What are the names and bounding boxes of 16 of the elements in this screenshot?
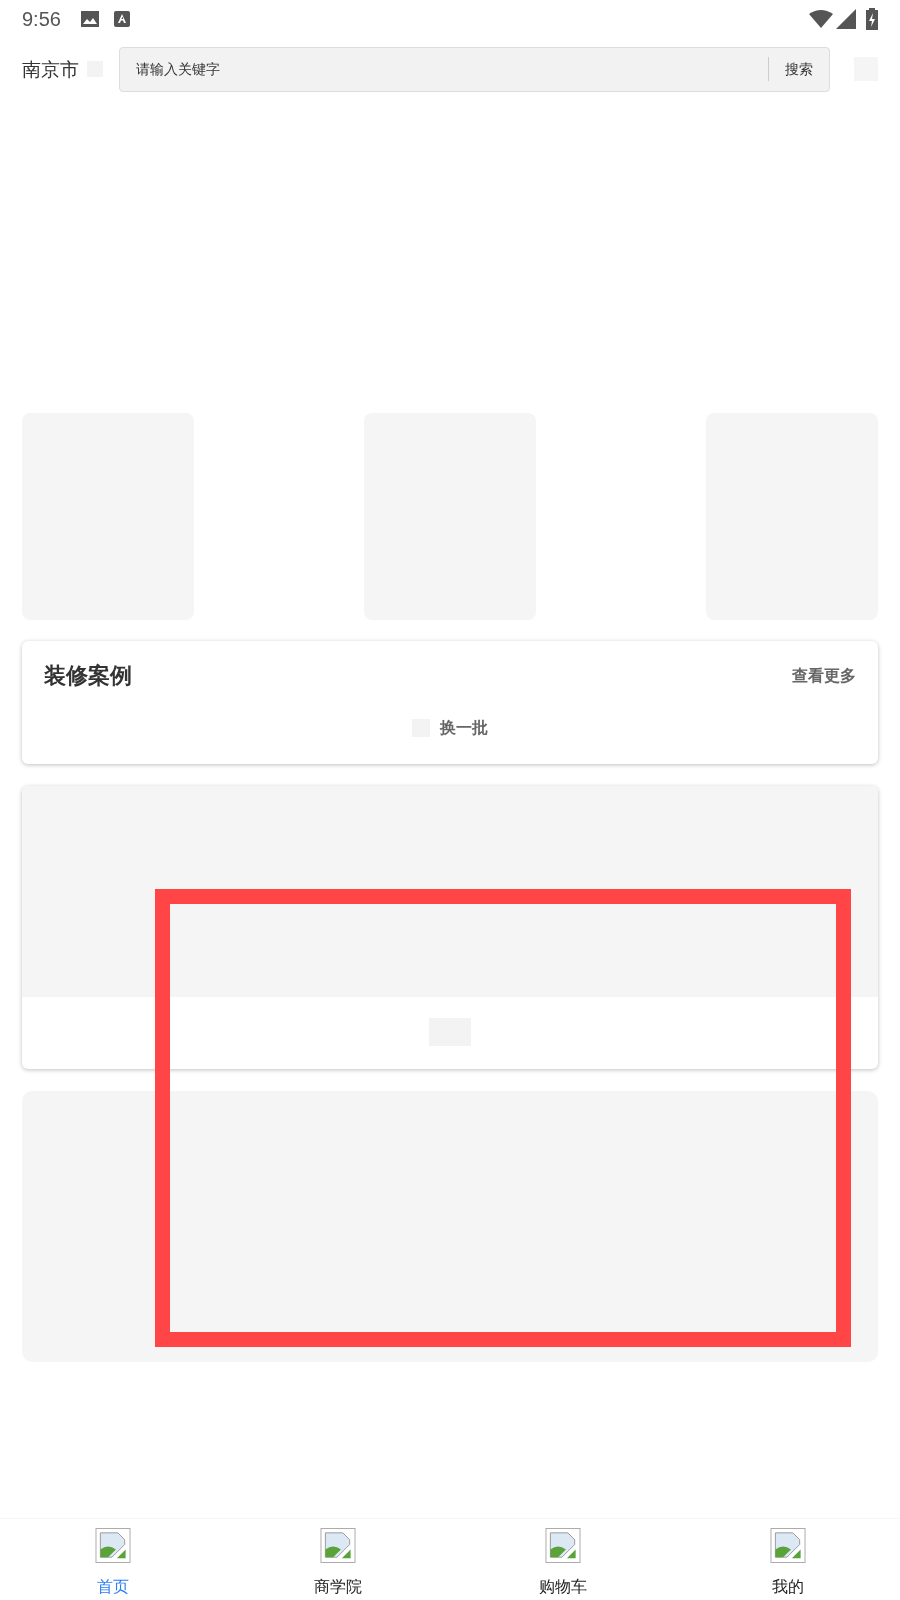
city-selector[interactable]: 南京市 [22,54,79,84]
broken-image-icon [544,1528,581,1563]
search-field[interactable]: 请输入关键字 搜索 [119,46,830,92]
wifi-icon [809,10,833,28]
broken-image-icon [94,1528,131,1563]
broken-image-icon [769,1528,806,1563]
battery-icon [866,8,878,30]
search-button[interactable]: 搜索 [768,57,829,81]
broken-image-icon [319,1528,356,1563]
font-icon [113,11,130,27]
more-link[interactable]: 查看更多 [792,663,856,688]
refresh-link[interactable]: 换一批 [440,716,488,740]
image-icon [80,11,99,27]
status-time: 9:56 [22,7,61,32]
section-title: 装修案例 [44,662,132,690]
signal-icon [836,9,856,29]
